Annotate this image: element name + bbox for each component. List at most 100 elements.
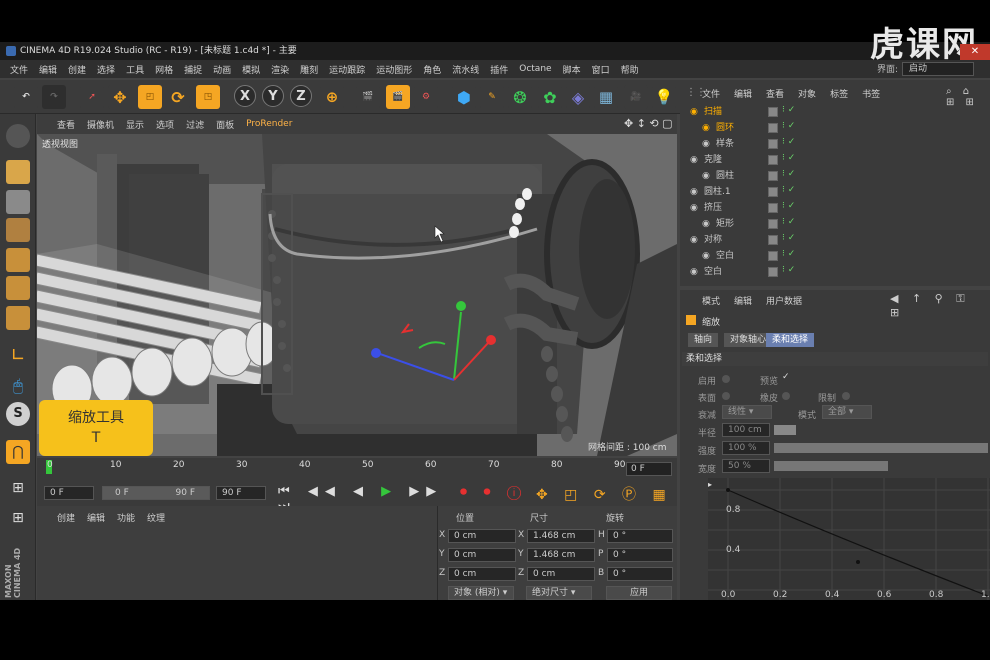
restrict-checkbox[interactable]: [842, 392, 850, 400]
object-name[interactable]: 挤压: [704, 200, 722, 216]
frame-range-slider[interactable]: 0 F 90 F: [102, 486, 210, 500]
menu-item[interactable]: 编辑: [39, 63, 57, 76]
object-menu-item[interactable]: 查看: [766, 87, 784, 100]
object-row[interactable]: ◉ 空白: [682, 264, 982, 280]
rubber-checkbox[interactable]: [782, 392, 790, 400]
object-menu-item[interactable]: 标签: [830, 87, 848, 100]
end-frame-field[interactable]: 90 F: [216, 486, 266, 500]
menu-item[interactable]: 动画: [213, 63, 231, 76]
falloff-dropdown[interactable]: 线性 ▾: [722, 405, 772, 419]
viewport-menu-item[interactable]: 过滤: [186, 118, 204, 131]
transport-controls[interactable]: ⏮ ◀◀ ◀ ▶ ▶▶ ⏭: [278, 484, 458, 514]
coord-rotation-field[interactable]: 0 °: [607, 548, 673, 562]
object-row[interactable]: ◉ 空白: [682, 248, 982, 264]
render-settings-icon[interactable]: ⚙: [414, 85, 438, 109]
enable-checkbox[interactable]: [722, 375, 730, 383]
object-visibility-check-icon[interactable]: ⁝ ✓: [782, 185, 795, 195]
y-axis-lock[interactable]: Y: [262, 85, 284, 107]
coords-size-mode-dropdown[interactable]: 绝对尺寸 ▾: [526, 586, 592, 600]
selection-tool-icon[interactable]: ➚: [80, 85, 104, 109]
object-row[interactable]: ◉ 圆柱: [682, 168, 982, 184]
object-name[interactable]: 矩形: [716, 216, 734, 232]
model-mode-icon[interactable]: [6, 160, 30, 184]
coord-position-field[interactable]: 0 cm: [448, 548, 516, 562]
cube-primitive-icon[interactable]: ⬢: [452, 85, 476, 109]
object-name[interactable]: 克隆: [704, 152, 722, 168]
attribute-menu-item[interactable]: 模式: [702, 294, 720, 307]
menu-item[interactable]: 脚本: [563, 63, 581, 76]
object-row[interactable]: ◉ 挤压: [682, 200, 982, 216]
object-layer-swatch[interactable]: [768, 251, 778, 261]
surface-checkbox[interactable]: [722, 392, 730, 400]
material-menu-item[interactable]: 纹理: [147, 511, 165, 524]
pen-spline-icon[interactable]: ✎: [480, 85, 504, 109]
viewport-menu-item[interactable]: 查看: [57, 118, 75, 131]
menu-item[interactable]: Octane: [519, 64, 551, 74]
coord-rotation-field[interactable]: 0 °: [607, 567, 673, 581]
object-row[interactable]: ◉ 对称: [682, 232, 982, 248]
coord-size-field[interactable]: 1.468 cm: [527, 529, 595, 543]
edges-mode-icon[interactable]: [6, 276, 30, 300]
make-editable-icon[interactable]: [6, 124, 30, 148]
radius-field[interactable]: 100 cm: [722, 423, 770, 437]
object-name[interactable]: 圆柱: [716, 168, 734, 184]
deformer-icon[interactable]: ◈: [566, 85, 590, 109]
object-name[interactable]: 对称: [704, 232, 722, 248]
menu-item[interactable]: 窗口: [592, 63, 610, 76]
object-layer-swatch[interactable]: [768, 219, 778, 229]
object-visibility-check-icon[interactable]: ⁝ ✓: [782, 201, 795, 211]
coord-position-field[interactable]: 0 cm: [448, 529, 516, 543]
viewport-menu-item[interactable]: 面板: [216, 118, 234, 131]
object-menu-item[interactable]: 编辑: [734, 87, 752, 100]
render-view-icon[interactable]: 🎬: [356, 85, 380, 109]
tab-object-axis[interactable]: 对象轴心: [724, 333, 773, 347]
coord-size-field[interactable]: 0 cm: [527, 567, 595, 581]
object-visibility-check-icon[interactable]: ⁝ ✓: [782, 265, 795, 275]
menu-item[interactable]: 捕捉: [184, 63, 202, 76]
viewport-menu-item[interactable]: ProRender: [246, 119, 292, 129]
object-name[interactable]: 圆柱.1: [704, 184, 731, 200]
menu-item[interactable]: 创建: [68, 63, 86, 76]
redo-button[interactable]: ↷: [42, 85, 66, 109]
menu-item[interactable]: 网格: [155, 63, 173, 76]
object-layer-swatch[interactable]: [768, 123, 778, 133]
move-tool-icon[interactable]: ✥: [108, 85, 132, 109]
object-row[interactable]: ◉ 圆环: [682, 120, 982, 136]
scale-tool-icon[interactable]: ◰: [138, 85, 162, 109]
object-name[interactable]: 空白: [716, 248, 734, 264]
attribute-menu-item[interactable]: 编辑: [734, 294, 752, 307]
object-name[interactable]: 空白: [704, 264, 722, 280]
object-layer-swatch[interactable]: [768, 155, 778, 165]
menu-item[interactable]: 模拟: [242, 63, 260, 76]
z-axis-lock[interactable]: Z: [290, 85, 312, 107]
viewport-nav-icons[interactable]: ✥ ↕ ⟲ ▢: [624, 117, 673, 130]
coord-size-field[interactable]: 1.468 cm: [527, 548, 595, 562]
layout-dropdown[interactable]: 启动: [902, 62, 974, 76]
record-key-icons[interactable]: ⏺ ⏺ ⓘ: [460, 484, 530, 504]
menu-item[interactable]: 工具: [126, 63, 144, 76]
object-layer-swatch[interactable]: [768, 267, 778, 277]
polygons-mode-icon[interactable]: [6, 306, 30, 330]
object-name[interactable]: 扫描: [704, 104, 722, 120]
menu-item[interactable]: 文件: [10, 63, 28, 76]
menu-item[interactable]: 运动图形: [376, 63, 412, 76]
points-mode-icon[interactable]: [6, 248, 30, 272]
menu-item[interactable]: 插件: [490, 63, 508, 76]
workplane-lock-icon[interactable]: ⊞: [6, 476, 30, 500]
object-visibility-check-icon[interactable]: ⁝ ✓: [782, 169, 795, 179]
coord-rotation-field[interactable]: 0 °: [607, 529, 673, 543]
object-row[interactable]: ◉ 样条: [682, 136, 982, 152]
mode-dropdown[interactable]: 全部 ▾: [822, 405, 872, 419]
tab-soft-selection[interactable]: 柔和选择: [766, 333, 815, 347]
object-name[interactable]: 样条: [716, 136, 734, 152]
snap-icon[interactable]: S: [6, 402, 30, 426]
recent-tool-icon[interactable]: ◳: [196, 85, 220, 109]
strength-field[interactable]: 100 %: [722, 441, 770, 455]
object-row[interactable]: ◉ 矩形: [682, 216, 982, 232]
object-visibility-check-icon[interactable]: ⁝ ✓: [782, 153, 795, 163]
object-layer-swatch[interactable]: [768, 107, 778, 117]
object-layer-swatch[interactable]: [768, 203, 778, 213]
texture-mode-icon[interactable]: [6, 190, 30, 214]
object-layer-swatch[interactable]: [768, 187, 778, 197]
object-layer-swatch[interactable]: [768, 171, 778, 181]
